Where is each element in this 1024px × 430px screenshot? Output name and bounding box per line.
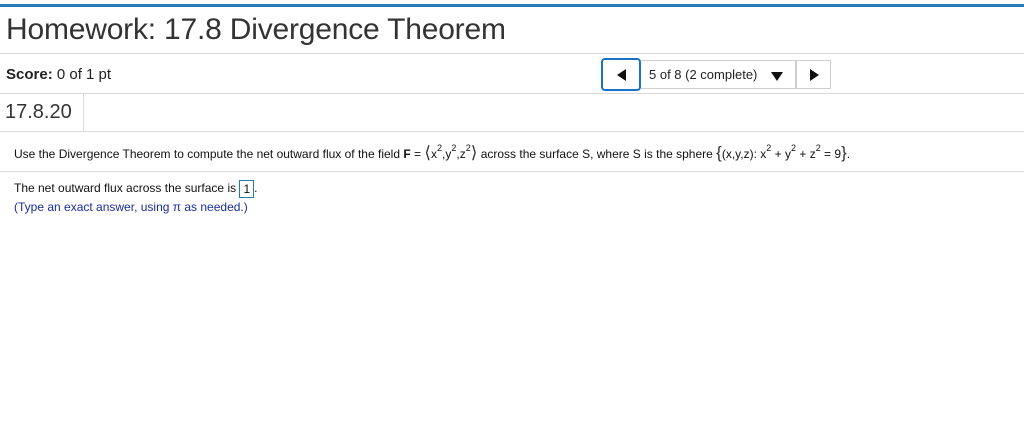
question-navigator: 5 of 8 (2 complete) bbox=[601, 58, 831, 91]
answer-hint: (Type an exact answer, using π as needed… bbox=[14, 200, 248, 214]
score-value: 0 of 1 pt bbox=[56, 66, 112, 83]
score-label: Score: bbox=[6, 66, 53, 83]
field-symbol: F bbox=[403, 147, 411, 161]
question-divider bbox=[0, 171, 1024, 172]
question-number-tab: 17.8.20 bbox=[0, 94, 84, 132]
field-component-z: z bbox=[459, 147, 466, 161]
prompt-end: . bbox=[846, 147, 851, 161]
equals-sign: = bbox=[410, 147, 425, 161]
prompt-start-text: Use the Divergence Theorem to compute th… bbox=[14, 147, 404, 161]
sphere-exponent-z: 2 bbox=[815, 143, 821, 153]
field-exponent-z: 2 bbox=[465, 143, 471, 153]
set-prefix: (x,y,z): bbox=[721, 147, 761, 161]
score-display: Score: 0 of 1 pt bbox=[6, 66, 111, 83]
previous-question-button[interactable] bbox=[601, 58, 641, 91]
question-prompt: Use the Divergence Theorem to compute th… bbox=[14, 143, 1014, 164]
question-selector-dropdown[interactable]: 5 of 8 (2 complete) bbox=[641, 60, 796, 89]
score-row: Score: 0 of 1 pt 5 of 8 (2 complete) bbox=[0, 54, 1024, 94]
question-number-row: 17.8.20 bbox=[0, 94, 1024, 132]
question-selector-text: 5 of 8 (2 complete) bbox=[649, 67, 758, 82]
answer-input[interactable]: 1 bbox=[239, 179, 255, 198]
field-exponent-x: 2 bbox=[437, 143, 443, 153]
next-question-button[interactable] bbox=[796, 60, 831, 89]
sphere-exponent-x: 2 bbox=[766, 143, 772, 153]
sphere-term-z: z bbox=[809, 147, 816, 161]
title-row: Homework: 17.8 Divergence Theorem bbox=[0, 7, 1024, 54]
answer-label: The net outward flux across the surface … bbox=[14, 181, 240, 195]
page-title: Homework: 17.8 Divergence Theorem bbox=[6, 13, 506, 46]
left-angle-bracket: ⟨ bbox=[424, 143, 431, 162]
plus-sign: + bbox=[796, 147, 810, 161]
triangle-down-icon bbox=[771, 72, 783, 81]
triangle-left-icon bbox=[617, 69, 626, 81]
sphere-rhs: = 9 bbox=[820, 147, 842, 161]
question-number: 17.8.20 bbox=[5, 101, 72, 123]
field-exponent-y: 2 bbox=[451, 143, 457, 153]
prompt-middle-text: across the surface S, where S is the sph… bbox=[477, 147, 717, 161]
triangle-right-icon bbox=[810, 69, 819, 81]
sphere-exponent-y: 2 bbox=[790, 143, 796, 153]
answer-suffix: . bbox=[254, 181, 258, 195]
plus-sign: + bbox=[771, 147, 785, 161]
answer-line: The net outward flux across the surface … bbox=[14, 179, 257, 198]
